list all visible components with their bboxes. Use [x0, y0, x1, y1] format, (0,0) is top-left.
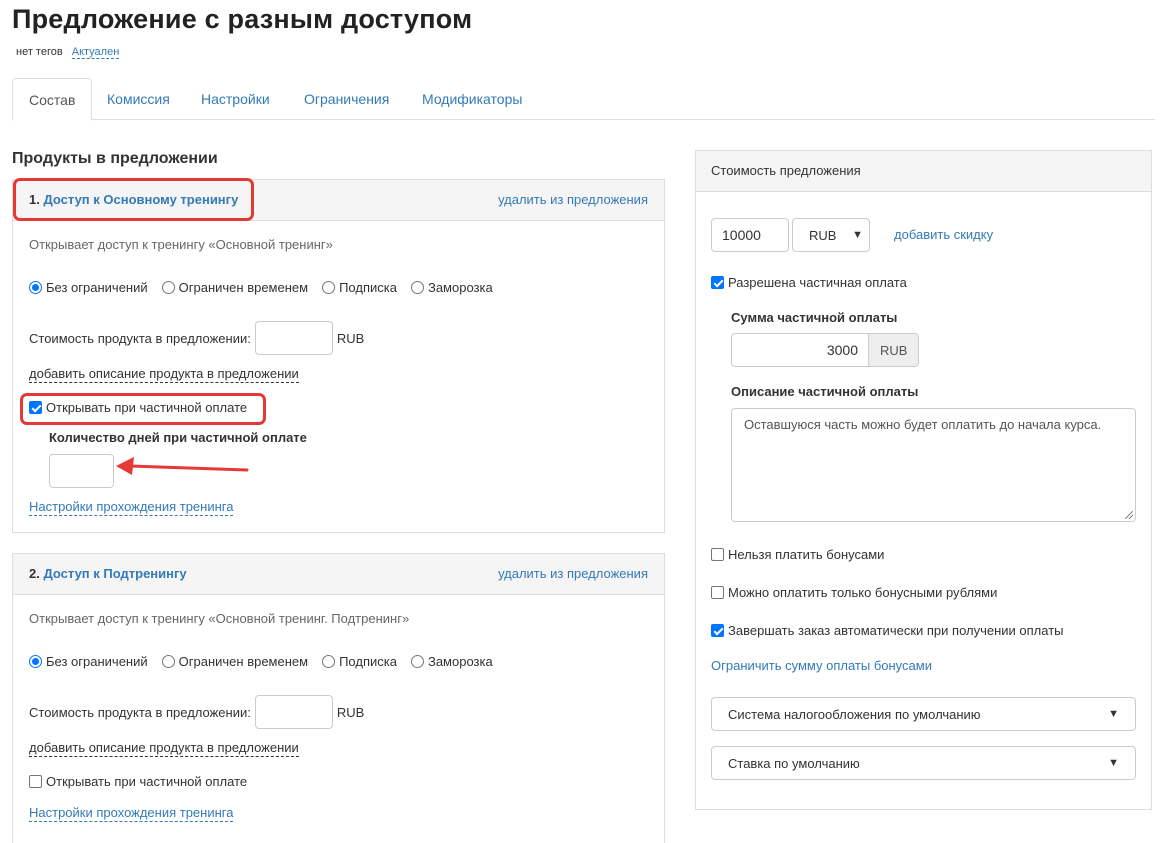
- only-bonus-row[interactable]: Можно оплатить только бонусными рублями: [711, 585, 997, 600]
- product-cost-label: Стоимость продукта в предложении:: [29, 704, 251, 720]
- red-arrow-icon: [116, 457, 249, 475]
- product-description: Открывает доступ к тренингу «Основной тр…: [29, 237, 333, 252]
- partial-desc-label: Описание частичной оплаты: [731, 384, 919, 399]
- radio-indicator[interactable]: [322, 281, 336, 294]
- price-panel-title: Стоимость предложения: [711, 163, 861, 178]
- training-settings-link[interactable]: Настройки прохождения тренинга: [29, 499, 234, 516]
- only-bonus-label: Можно оплатить только бонусными рублями: [728, 585, 998, 600]
- resize-grip-icon[interactable]: [1125, 511, 1133, 519]
- access-type-radios: Без ограничений Ограничен временем Подпи…: [29, 654, 493, 669]
- partial-desc-textarea[interactable]: Оставшуюся часть можно будет оплатить до…: [731, 408, 1136, 522]
- product-cost-currency: RUB: [336, 704, 365, 720]
- partial-allowed-label: Разрешена частичная оплата: [728, 275, 907, 290]
- product-panel-2: 2. Доступ к Подтренингу удалить из предл…: [12, 553, 665, 843]
- radio-freeze[interactable]: Заморозка: [410, 280, 493, 295]
- price-input[interactable]: 10000: [711, 218, 789, 252]
- price-panel: Стоимость предложения 10000 RUB ▼ добави…: [695, 150, 1152, 810]
- price-panel-header: Стоимость предложения: [696, 151, 1151, 192]
- radio-time-limited[interactable]: Ограничен временем: [161, 654, 308, 669]
- radio-time-limited[interactable]: Ограничен временем: [161, 280, 308, 295]
- partial-days-input[interactable]: [49, 454, 114, 488]
- access-type-radios: Без ограничений Ограничен временем Подпи…: [29, 280, 493, 295]
- tab-restrictions[interactable]: Ограничения: [288, 78, 405, 120]
- product-cost-label: Стоимость продукта в предложении:: [29, 330, 251, 346]
- product-cost-row: Стоимость продукта в предложении: RUB: [29, 321, 364, 355]
- chevron-down-icon: ▼: [1108, 757, 1119, 769]
- status-link[interactable]: Актуален: [71, 46, 120, 59]
- product-panel-1: 1. Доступ к Основному тренингу удалить и…: [12, 179, 665, 533]
- partial-open-checkbox[interactable]: [29, 775, 42, 788]
- tags-text: нет тегов: [16, 46, 63, 58]
- partial-sum-input[interactable]: 3000: [731, 333, 869, 367]
- partial-sum-label: Сумма частичной оплаты: [731, 310, 898, 325]
- radio-unlimited[interactable]: Без ограничений: [29, 654, 148, 669]
- product-description: Открывает доступ к тренингу «Основной тр…: [29, 611, 410, 626]
- partial-allowed-checkbox[interactable]: [711, 276, 724, 289]
- remove-product-link[interactable]: удалить из предложения: [498, 566, 648, 581]
- add-product-description-link[interactable]: добавить описание продукта в предложении: [29, 366, 299, 383]
- radio-indicator[interactable]: [410, 281, 424, 294]
- radio-freeze[interactable]: Заморозка: [410, 654, 493, 669]
- tab-composition[interactable]: Состав: [12, 78, 93, 121]
- product-cost-input[interactable]: [254, 321, 333, 355]
- auto-complete-row[interactable]: Завершать заказ автоматически при получе…: [711, 623, 1064, 638]
- partial-allowed-row[interactable]: Разрешена частичная оплата: [711, 275, 907, 290]
- no-bonus-checkbox[interactable]: [711, 548, 724, 561]
- add-product-description-link[interactable]: добавить описание продукта в предложении: [29, 740, 299, 757]
- product-cost-row: Стоимость продукта в предложении: RUB: [29, 695, 364, 729]
- tags-line: нет тегов Актуален: [16, 46, 120, 59]
- chevron-down-icon: ▼: [852, 229, 863, 241]
- chevron-down-icon: ▼: [1108, 708, 1119, 720]
- radio-indicator[interactable]: [161, 281, 175, 294]
- tabs-bar: Состав Комиссия Настройки Ограничения Мо…: [12, 78, 1155, 121]
- product-cost-currency: RUB: [336, 330, 365, 346]
- page-title: Предложение с разным доступом: [12, 4, 473, 34]
- no-bonus-row[interactable]: Нельзя платить бонусами: [711, 547, 884, 562]
- product-panel-header: 2. Доступ к Подтренингу удалить из предл…: [13, 554, 664, 595]
- radio-indicator[interactable]: [29, 655, 42, 668]
- auto-complete-checkbox[interactable]: [711, 624, 724, 637]
- product-cost-input[interactable]: [254, 695, 333, 729]
- radio-subscription[interactable]: Подписка: [322, 654, 397, 669]
- product-name-link[interactable]: Доступ к Подтренингу: [43, 566, 186, 581]
- partial-open-label: Открывать при частичной оплате: [46, 774, 248, 789]
- tab-modifiers[interactable]: Модификаторы: [406, 78, 538, 120]
- add-discount-link[interactable]: добавить скидку: [894, 227, 993, 242]
- partial-sum-group: 3000 RUB: [731, 333, 920, 367]
- training-settings-link[interactable]: Настройки прохождения тренинга: [29, 805, 234, 822]
- product-title: 2. Доступ к Подтренингу: [29, 566, 187, 581]
- radio-indicator[interactable]: [322, 655, 336, 668]
- partial-sum-currency: RUB: [869, 333, 920, 367]
- partial-open-checkbox-row[interactable]: Открывать при частичной оплате: [29, 774, 247, 789]
- tax-system-select[interactable]: Система налогообложения по умолчанию ▼: [711, 697, 1136, 731]
- products-section-title: Продукты в предложении: [12, 150, 218, 167]
- radio-indicator[interactable]: [410, 655, 424, 668]
- remove-product-link[interactable]: удалить из предложения: [498, 192, 648, 207]
- highlight-product-title: [13, 178, 254, 221]
- radio-unlimited[interactable]: Без ограничений: [29, 280, 148, 295]
- tab-settings[interactable]: Настройки: [185, 78, 286, 120]
- currency-select[interactable]: RUB ▼: [792, 218, 870, 252]
- tab-commission[interactable]: Комиссия: [91, 78, 186, 120]
- radio-indicator[interactable]: [29, 281, 42, 294]
- only-bonus-checkbox[interactable]: [711, 586, 724, 599]
- no-bonus-label: Нельзя платить бонусами: [728, 547, 885, 562]
- radio-indicator[interactable]: [161, 655, 175, 668]
- highlight-partial-open: [20, 393, 266, 425]
- auto-complete-label: Завершать заказ автоматически при получе…: [728, 623, 1064, 638]
- radio-subscription[interactable]: Подписка: [322, 280, 397, 295]
- partial-days-label: Количество дней при частичной оплате: [49, 430, 307, 445]
- limit-bonus-link[interactable]: Ограничить сумму оплаты бонусами: [711, 658, 932, 673]
- tax-rate-select[interactable]: Ставка по умолчанию ▼: [711, 746, 1136, 780]
